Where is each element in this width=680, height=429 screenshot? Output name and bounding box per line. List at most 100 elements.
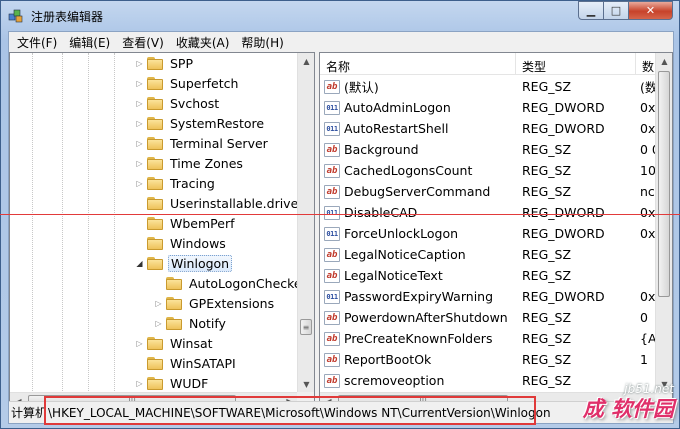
title-bar[interactable]: 注册表编辑器 ▁ □ ✕ (1, 1, 679, 31)
binary-value-icon: 011 (324, 121, 340, 136)
tree-scroll-thumb[interactable]: ≡ (300, 319, 312, 335)
value-type: REG_SZ (522, 352, 572, 367)
tree-node[interactable]: ◢ Winlogon (134, 253, 233, 273)
folder-icon (147, 196, 163, 210)
collapsed-arrow-icon[interactable]: ▷ (134, 179, 145, 188)
list-header: 名称 类型 数 (320, 53, 656, 75)
value-row[interactable]: ab Background REG_SZ 0 0 (320, 139, 666, 160)
tree-node[interactable]: ▷ GPExtensions (153, 293, 276, 313)
tree-node[interactable]: Userinstallable.drivers (134, 193, 312, 213)
collapsed-arrow-icon[interactable]: ▷ (134, 59, 145, 68)
value-row[interactable]: 011 AutoRestartShell REG_DWORD 0x (320, 118, 666, 139)
value-name: PasswordExpiryWarning (344, 289, 494, 304)
column-header-data[interactable]: 数 (636, 53, 656, 75)
value-row[interactable]: 011 AutoAdminLogon REG_DWORD 0x (320, 97, 666, 118)
folder-icon (147, 76, 163, 90)
value-row[interactable]: ab ReportBootOk REG_SZ 1 (320, 349, 666, 370)
column-header-type[interactable]: 类型 (516, 53, 636, 75)
value-name-cell: 011 DisableCAD (320, 205, 516, 220)
list-scroll-thumb[interactable] (658, 71, 670, 297)
tree-node-label: Windows (170, 235, 226, 251)
value-row[interactable]: ab (默认) REG_SZ (数 (320, 76, 666, 97)
tree-node[interactable]: AutoLogonChecked (153, 273, 312, 293)
menu-favorites[interactable]: 收藏夹(A) (170, 32, 236, 51)
value-name: ReportBootOk (344, 352, 432, 367)
value-type: REG_DWORD (522, 205, 605, 220)
collapsed-arrow-icon[interactable]: ▷ (153, 319, 164, 328)
menu-view[interactable]: 查看(V) (116, 32, 170, 51)
scroll-down-arrow-icon[interactable]: ▼ (298, 376, 314, 393)
value-row[interactable]: ab PreCreateKnownFolders REG_SZ {A (320, 328, 666, 349)
collapsed-arrow-icon[interactable]: ▷ (134, 119, 145, 128)
value-row[interactable]: ab CachedLogonsCount REG_SZ 10 (320, 160, 666, 181)
value-row[interactable]: 011 ForceUnlockLogon REG_DWORD 0x (320, 223, 666, 244)
key-tree-pane[interactable]: ▷ SPP ▷ Superfetch ▷ Svchost ▷ SystemRestore ▷ Te… (9, 52, 315, 410)
folder-icon (147, 96, 163, 110)
collapsed-arrow-icon[interactable]: ▷ (153, 299, 164, 308)
folder-icon (166, 316, 182, 330)
tree-node[interactable]: ▷ Notify (153, 313, 228, 333)
binary-value-icon: 011 (324, 226, 340, 241)
collapsed-arrow-icon[interactable]: ▷ (134, 379, 145, 388)
menu-edit[interactable]: 编辑(E) (63, 32, 116, 51)
tree-node-label: Terminal Server (170, 135, 268, 151)
value-name-cell: ab DebugServerCommand (320, 184, 516, 199)
value-row[interactable]: ab LegalNoticeCaption REG_SZ (320, 244, 666, 265)
tree-node-label: Tracing (170, 175, 215, 191)
tree-node-label: SystemRestore (170, 115, 265, 131)
maximize-button[interactable]: □ (604, 1, 629, 20)
value-row[interactable]: ab DebugServerCommand REG_SZ nc (320, 181, 666, 202)
value-name: PreCreateKnownFolders (344, 331, 493, 346)
tree-vertical-scrollbar[interactable]: ▲ ≡ ▼ (297, 53, 314, 393)
value-row[interactable]: ab LegalNoticeText REG_SZ (320, 265, 666, 286)
tree-node[interactable]: WinSATAPI (134, 353, 238, 373)
folder-icon (147, 256, 163, 270)
value-row[interactable]: 011 PasswordExpiryWarning REG_DWORD 0x (320, 286, 666, 307)
value-type: REG_SZ (522, 163, 572, 178)
tree-node[interactable]: ▷ Winsat (134, 333, 215, 353)
close-button[interactable]: ✕ (629, 1, 673, 20)
menu-bar: 文件(F) 编辑(E) 查看(V) 收藏夹(A) 帮助(H) (9, 32, 673, 51)
value-row[interactable]: ab PowerdownAfterShutdown REG_SZ 0 (320, 307, 666, 328)
value-name: scremoveoption (344, 373, 445, 388)
string-value-icon: ab (324, 268, 340, 283)
collapsed-arrow-icon[interactable]: ▷ (134, 99, 145, 108)
tree-node[interactable]: Windows (134, 233, 228, 253)
value-list-pane[interactable]: 名称 类型 数 ab (默认) REG_SZ (数 011 AutoAdminLogon R… (319, 52, 673, 410)
value-name-cell: ab LegalNoticeText (320, 268, 516, 283)
minimize-button[interactable]: ▁ (578, 1, 604, 20)
tree-node[interactable]: ▷ SystemRestore (134, 113, 266, 133)
tree-node[interactable]: WbemPerf (134, 213, 236, 233)
tree-node[interactable]: ▷ Superfetch (134, 73, 240, 93)
menu-help[interactable]: 帮助(H) (235, 32, 289, 51)
tree-node[interactable]: ▷ Time Zones (134, 153, 245, 173)
binary-value-icon: 011 (324, 205, 340, 220)
scroll-up-arrow-icon[interactable]: ▲ (656, 53, 672, 70)
tree-node[interactable]: ▷ SPP (134, 53, 195, 73)
watermark: jb51.net 成 软件园 (583, 382, 674, 423)
string-value-icon: ab (324, 331, 340, 346)
value-type: REG_SZ (522, 310, 572, 325)
value-row[interactable]: 011 DisableCAD REG_DWORD 0x (320, 202, 666, 223)
value-name: AutoAdminLogon (344, 100, 451, 115)
status-label: 计算机 (11, 406, 46, 420)
registry-editor-icon (8, 9, 23, 23)
folder-icon (166, 296, 182, 310)
expanded-arrow-icon[interactable]: ◢ (134, 259, 145, 268)
tree-node[interactable]: ▷ Terminal Server (134, 133, 270, 153)
tree-node[interactable]: ▷ WUDF (134, 373, 210, 393)
tree-node[interactable]: ▷ Tracing (134, 173, 217, 193)
value-name-cell: 011 ForceUnlockLogon (320, 226, 516, 241)
list-vertical-scrollbar[interactable]: ▲ ▼ (655, 53, 672, 393)
collapsed-arrow-icon[interactable]: ▷ (134, 139, 145, 148)
tree-node[interactable]: ▷ Svchost (134, 93, 221, 113)
value-type: REG_SZ (522, 142, 572, 157)
value-name-cell: ab scremoveoption (320, 373, 516, 388)
column-header-name[interactable]: 名称 (320, 53, 516, 75)
menu-file[interactable]: 文件(F) (11, 32, 63, 51)
collapsed-arrow-icon[interactable]: ▷ (134, 159, 145, 168)
scroll-up-arrow-icon[interactable]: ▲ (298, 53, 314, 70)
collapsed-arrow-icon[interactable]: ▷ (134, 79, 145, 88)
collapsed-arrow-icon[interactable]: ▷ (134, 339, 145, 348)
value-name: PowerdownAfterShutdown (344, 310, 508, 325)
